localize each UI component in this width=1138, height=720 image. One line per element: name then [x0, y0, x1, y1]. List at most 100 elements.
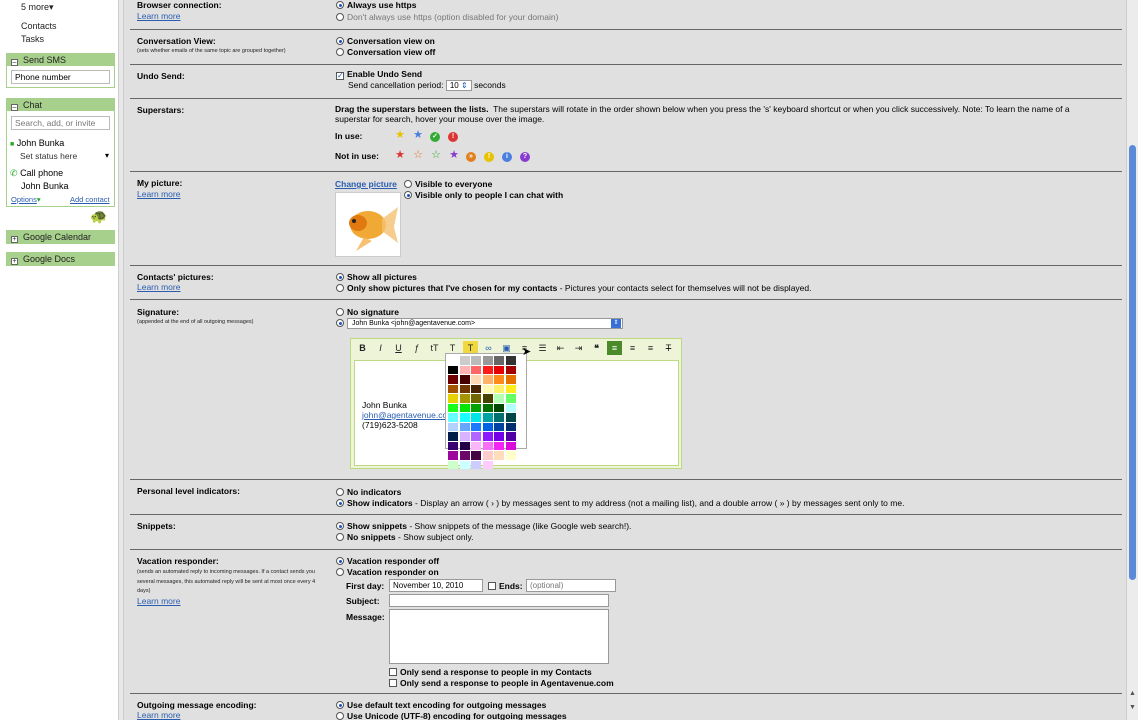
- color-swatch[interactable]: [482, 460, 493, 469]
- color-swatch[interactable]: [448, 384, 458, 393]
- chosen-pictures-option[interactable]: Only show pictures that I've chosen for …: [336, 283, 812, 293]
- collapse-icon[interactable]: –: [11, 104, 18, 111]
- color-swatch[interactable]: [471, 403, 481, 412]
- call-phone-link[interactable]: ✆ Call phone: [10, 168, 63, 179]
- color-swatch[interactable]: [459, 441, 470, 450]
- font-icon[interactable]: ƒ: [409, 341, 424, 355]
- select-arrows-icon[interactable]: ⇕: [611, 319, 621, 328]
- color-swatch[interactable]: [459, 384, 470, 393]
- color-swatch[interactable]: [471, 365, 481, 374]
- red-bang-icon[interactable]: !: [448, 132, 458, 142]
- color-swatch[interactable]: [448, 413, 458, 422]
- color-swatch[interactable]: [459, 394, 470, 403]
- scrollbar-thumb[interactable]: [1129, 145, 1136, 580]
- chat-header[interactable]: – Chat: [7, 99, 114, 111]
- vertical-scrollbar[interactable]: ▲ ▼: [1126, 0, 1138, 720]
- send-sms-header[interactable]: – Send SMS: [7, 54, 114, 66]
- yellow-bang-icon[interactable]: !: [484, 152, 494, 162]
- green-check-icon[interactable]: ✓: [430, 132, 440, 142]
- italic-icon[interactable]: I: [373, 341, 388, 355]
- learn-more-link[interactable]: Learn more: [137, 189, 180, 199]
- color-swatch[interactable]: [505, 375, 516, 384]
- radio-button[interactable]: [404, 191, 412, 199]
- show-snippets-option[interactable]: Show snippets - Show snippets of the mes…: [336, 521, 631, 531]
- purple-question-icon[interactable]: ?: [520, 152, 530, 162]
- enable-undo-option[interactable]: ✓ Enable Undo Send: [336, 69, 422, 80]
- color-swatch[interactable]: [482, 384, 493, 393]
- color-swatch[interactable]: [448, 422, 458, 431]
- color-swatch[interactable]: [494, 451, 504, 460]
- radio-button[interactable]: [336, 499, 344, 507]
- show-indicators-option[interactable]: Show indicators - Display an arrow ( › )…: [336, 498, 904, 508]
- color-swatch[interactable]: [448, 460, 458, 469]
- show-all-pictures-option[interactable]: Show all pictures: [336, 272, 417, 282]
- add-contact-link[interactable]: Add contact: [70, 195, 110, 204]
- color-swatch[interactable]: [505, 432, 516, 441]
- chat-search-input[interactable]: Search, add, or invite: [11, 116, 110, 130]
- only-contacts-option[interactable]: Only send a response to people in my Con…: [389, 667, 592, 677]
- color-swatch[interactable]: [459, 460, 470, 469]
- contacts-link[interactable]: Contacts: [21, 21, 57, 31]
- color-swatch[interactable]: [505, 384, 516, 393]
- expand-icon[interactable]: +: [11, 236, 18, 243]
- align-right-icon[interactable]: ≡: [643, 341, 658, 355]
- color-swatch[interactable]: [459, 432, 470, 441]
- color-swatch[interactable]: [482, 356, 493, 365]
- color-swatch[interactable]: [471, 441, 481, 450]
- color-swatch[interactable]: [482, 365, 493, 374]
- checkbox[interactable]: [389, 668, 397, 676]
- blue-info-icon[interactable]: i: [502, 152, 512, 162]
- radio-button[interactable]: [336, 568, 344, 576]
- radio-button[interactable]: [336, 533, 344, 541]
- color-swatch[interactable]: [448, 375, 458, 384]
- call-contact-name[interactable]: John Bunka: [21, 181, 69, 191]
- color-swatch[interactable]: [471, 451, 481, 460]
- phone-number-input[interactable]: Phone number: [11, 70, 110, 84]
- color-swatch[interactable]: [471, 375, 481, 384]
- color-swatch[interactable]: [448, 356, 458, 365]
- checkbox[interactable]: [389, 679, 397, 687]
- color-swatch[interactable]: [448, 365, 458, 374]
- more-link[interactable]: 5 more▾: [21, 2, 54, 13]
- status-selector[interactable]: Set status here: [20, 151, 77, 161]
- blue-star-icon[interactable]: ★: [412, 129, 424, 141]
- conversation-off-option[interactable]: Conversation view off: [336, 47, 435, 57]
- conversation-on-option[interactable]: Conversation view on: [336, 36, 435, 46]
- color-swatch[interactable]: [494, 365, 504, 374]
- color-swatch[interactable]: [482, 451, 493, 460]
- color-swatch[interactable]: [482, 394, 493, 403]
- subject-input[interactable]: [389, 594, 609, 607]
- color-swatch[interactable]: [482, 432, 493, 441]
- color-swatch[interactable]: [459, 356, 470, 365]
- remove-formatting-icon[interactable]: T: [661, 341, 676, 355]
- color-swatch[interactable]: [505, 394, 516, 403]
- collapse-icon[interactable]: –: [11, 59, 18, 66]
- radio-button[interactable]: [336, 284, 344, 292]
- color-swatch[interactable]: [459, 413, 470, 422]
- outdent-icon[interactable]: ⇤: [553, 341, 568, 355]
- docs-header[interactable]: + Google Docs: [7, 253, 114, 265]
- color-swatch[interactable]: [471, 432, 481, 441]
- color-swatch[interactable]: [505, 403, 516, 412]
- color-swatch[interactable]: [471, 394, 481, 403]
- orange-star-icon[interactable]: ☆: [412, 149, 424, 161]
- orange-guillemet-icon[interactable]: »: [466, 152, 476, 162]
- color-swatch[interactable]: [459, 422, 470, 431]
- color-swatch[interactable]: [459, 375, 470, 384]
- color-swatch[interactable]: [505, 441, 516, 450]
- color-swatch[interactable]: [505, 365, 516, 374]
- chevron-down-icon[interactable]: ▾: [105, 151, 109, 160]
- learn-more-link[interactable]: Learn more: [137, 596, 180, 606]
- period-select[interactable]: 10 ⇕: [445, 80, 472, 91]
- color-swatch[interactable]: [494, 413, 504, 422]
- radio-button[interactable]: [336, 712, 344, 720]
- color-swatch[interactable]: [448, 403, 458, 412]
- vacation-on-option[interactable]: Vacation responder on: [336, 567, 439, 577]
- radio-button[interactable]: [336, 48, 344, 56]
- align-left-icon[interactable]: ≡: [607, 341, 622, 355]
- bullet-list-icon[interactable]: ☰: [535, 341, 550, 355]
- radio-button[interactable]: [336, 37, 344, 45]
- color-swatch[interactable]: [494, 375, 504, 384]
- ends-input[interactable]: (optional): [526, 579, 616, 592]
- color-swatch[interactable]: [471, 422, 481, 431]
